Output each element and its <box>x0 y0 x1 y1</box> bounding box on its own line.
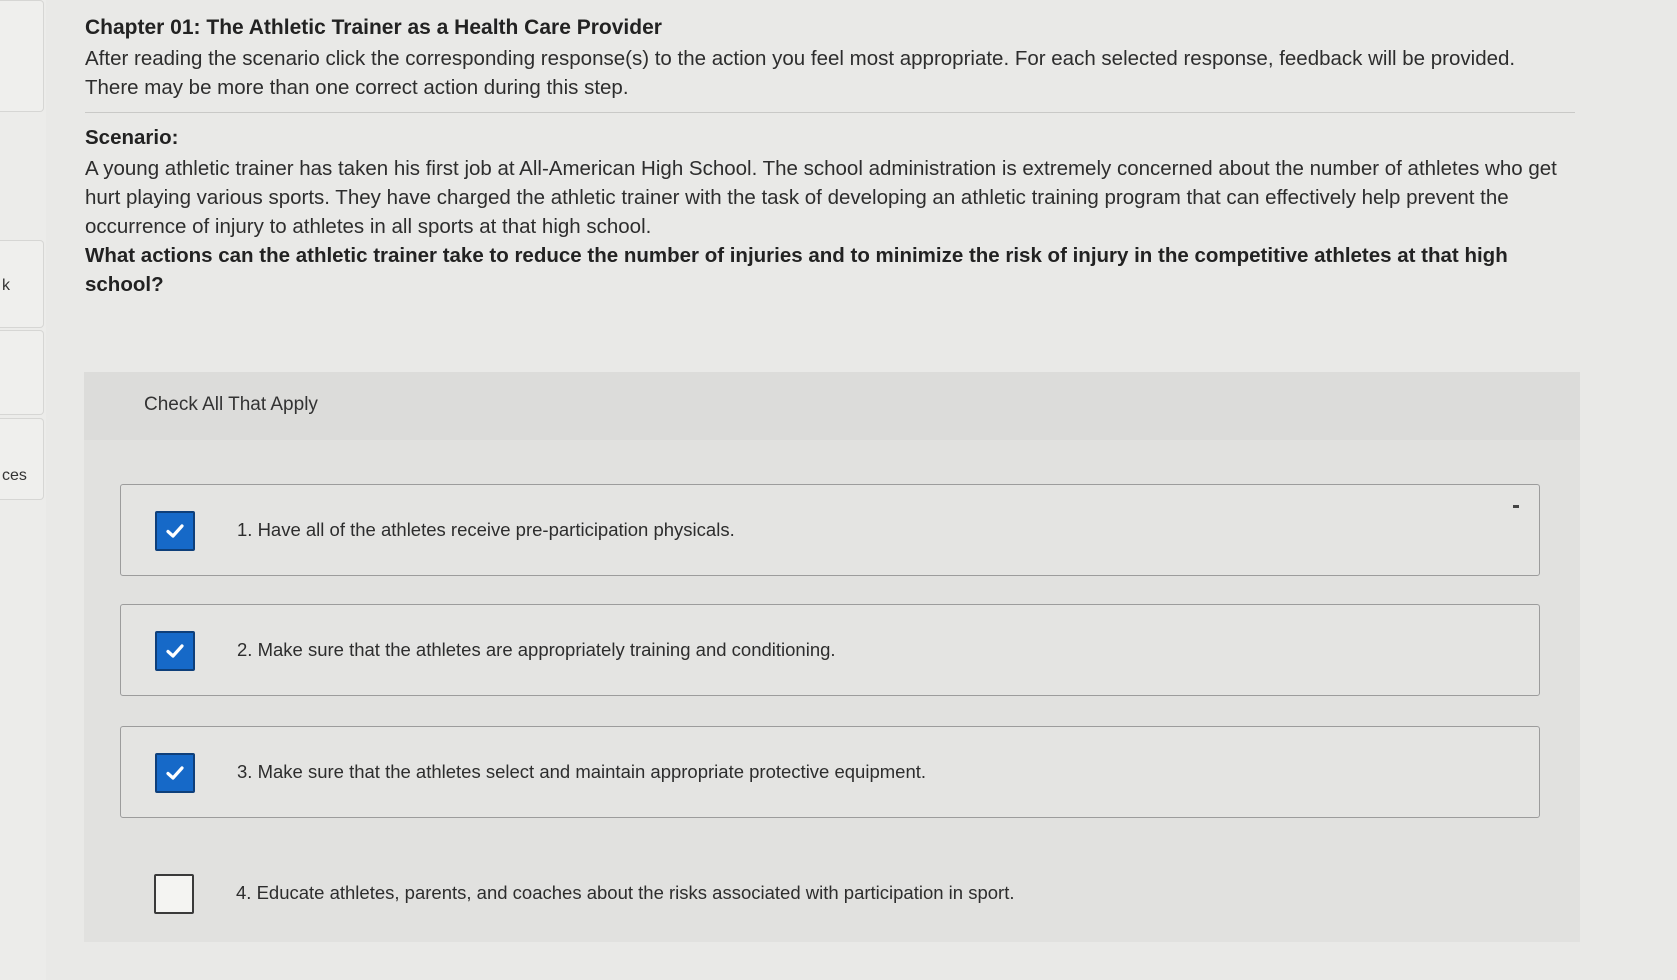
checkmark-icon <box>166 524 184 538</box>
answer-option-4[interactable]: 4. Educate athletes, parents, and coache… <box>120 848 1540 940</box>
question-panel: Check All That Apply 1. Have all of the … <box>84 372 1580 942</box>
checkbox-option-3[interactable] <box>155 753 195 793</box>
scenario-question: What actions can the athletic trainer ta… <box>85 244 1508 296</box>
checkbox-option-4[interactable] <box>154 874 194 914</box>
option-3-label: 3. Make sure that the athletes select an… <box>237 761 927 782</box>
checkbox-option-1[interactable] <box>155 511 195 551</box>
scenario-heading: Scenario: <box>85 126 179 149</box>
rail-tab-k[interactable]: k <box>0 240 44 328</box>
rail-tab-middle[interactable] <box>0 330 44 415</box>
rail-tab-ces-label: ces <box>2 467 27 484</box>
option-4-label: 4. Educate athletes, parents, and coache… <box>236 882 1015 903</box>
answer-option-1[interactable]: 1. Have all of the athletes receive pre-… <box>120 484 1540 576</box>
option-1-label: 1. Have all of the athletes receive pre-… <box>237 519 735 540</box>
check-all-that-apply-label: Check All That Apply <box>144 394 318 415</box>
divider <box>85 112 1575 113</box>
panel-header: Check All That Apply <box>84 372 1580 440</box>
checkmark-icon <box>166 644 184 658</box>
scenario-text: A young athletic trainer has taken his f… <box>85 157 1557 238</box>
dropdown-indicator-icon <box>1513 505 1519 508</box>
rail-tab-ces[interactable]: ces <box>0 418 44 500</box>
rail-tab-top[interactable] <box>0 0 44 112</box>
option-2-label: 2. Make sure that the athletes are appro… <box>237 639 836 660</box>
answer-option-2[interactable]: 2. Make sure that the athletes are appro… <box>120 604 1540 696</box>
checkmark-icon <box>166 766 184 780</box>
checkbox-option-2[interactable] <box>155 631 195 671</box>
instructions-text: After reading the scenario click the cor… <box>85 47 1516 99</box>
rail-tab-k-label: k <box>2 277 10 294</box>
chapter-title: Chapter 01: The Athletic Trainer as a He… <box>85 16 662 39</box>
answer-option-3[interactable]: 3. Make sure that the athletes select an… <box>120 726 1540 818</box>
left-rail: k ces <box>0 0 46 980</box>
